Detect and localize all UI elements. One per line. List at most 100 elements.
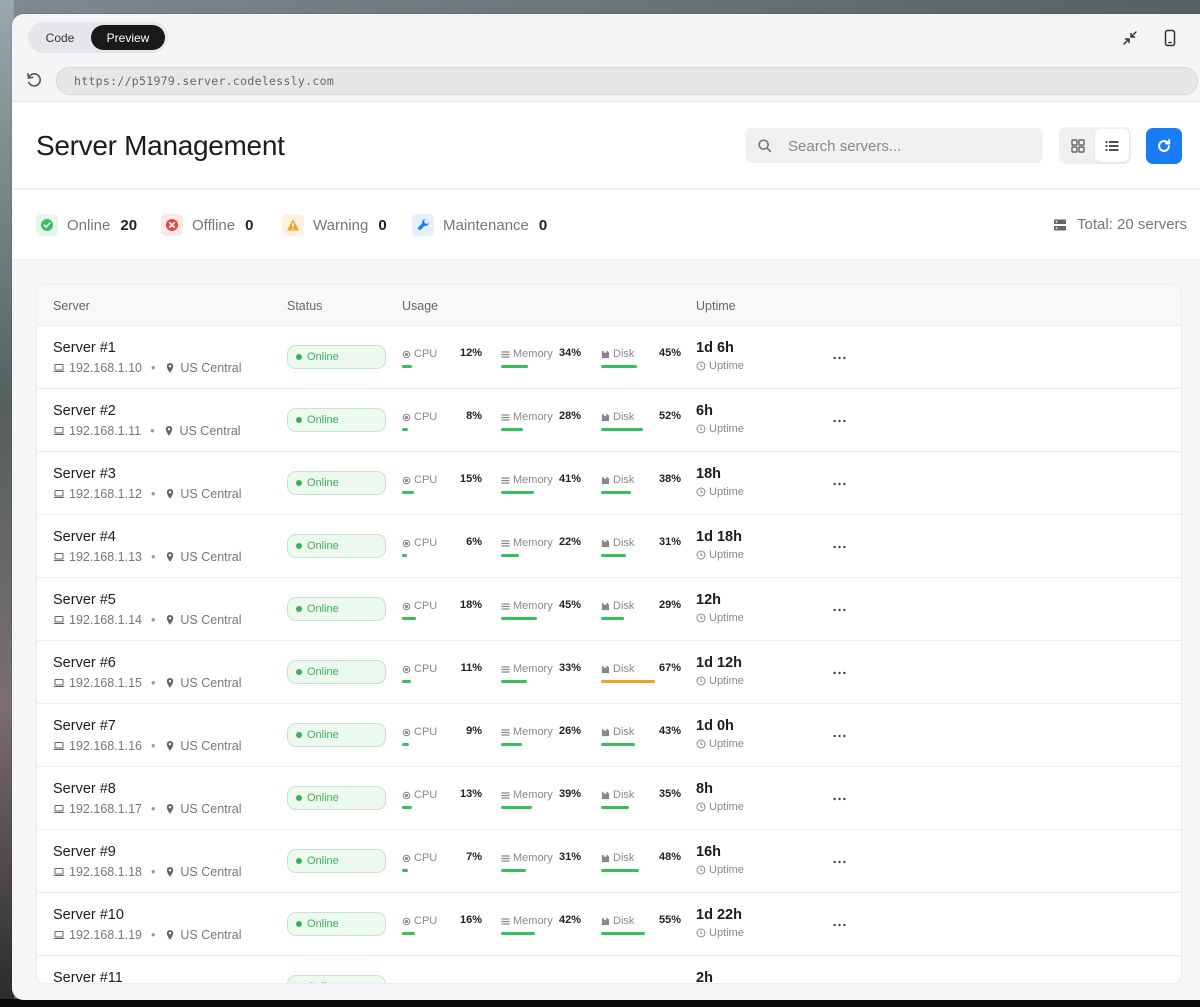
clock-icon [696, 424, 709, 434]
table-row[interactable]: Server #4 192.168.1.13 • US Central Online CP… [37, 515, 1181, 578]
table-row[interactable]: Server #9 192.168.1.18 • US Central Online CP… [37, 830, 1181, 893]
code-preview-toggle: Code Preview [28, 22, 168, 53]
memory-icon [501, 413, 510, 422]
location-pin-icon [164, 614, 176, 626]
disk-bar [601, 806, 629, 809]
table-row[interactable]: Server #5 192.168.1.14 • US Central Online CP… [37, 578, 1181, 641]
server-ip: 192.168.1.10 [69, 361, 142, 375]
server-region: US Central [180, 613, 242, 627]
disk-usage: Disk 48% [601, 851, 681, 877]
uptime-label: Uptime [709, 486, 744, 498]
more-options-icon[interactable] [829, 665, 849, 681]
cpu-usage: CPU 18% [402, 599, 482, 625]
server-meta: 192.168.1.18 • US Central [53, 865, 242, 879]
uptime-cell: 1d 22h Uptime [696, 907, 744, 939]
url-bar[interactable]: https://p51979.server.codelessly.com [56, 67, 1198, 95]
column-header-status[interactable]: Status [287, 299, 322, 313]
more-options-icon[interactable] [829, 413, 849, 429]
list-view-button[interactable] [1095, 129, 1129, 162]
reload-icon[interactable] [24, 70, 44, 90]
disk-bar [601, 680, 655, 683]
memory-value: 28% [558, 410, 581, 422]
laptop-icon [53, 362, 65, 374]
disk-label: Disk [613, 537, 635, 549]
more-options-icon[interactable] [829, 602, 849, 618]
laptop-icon [53, 551, 65, 563]
disk-value: 45% [658, 347, 681, 359]
cpu-icon [402, 728, 411, 737]
cpu-value: 18% [459, 599, 482, 611]
server-meta: 192.168.1.19 • US Central [53, 928, 242, 942]
code-tab-button[interactable]: Code [31, 25, 89, 50]
table-row[interactable]: Server #10 192.168.1.19 • US Central Online C… [37, 893, 1181, 956]
grid-view-button[interactable] [1061, 129, 1095, 162]
refresh-button[interactable] [1146, 128, 1182, 164]
column-header-server[interactable]: Server [53, 299, 90, 313]
uptime-label: Uptime [709, 801, 744, 813]
table-row[interactable]: Server #7 192.168.1.16 • US Central Online CP… [37, 704, 1181, 767]
column-header-usage[interactable]: Usage [402, 299, 438, 313]
server-name: Server #1 [53, 340, 116, 356]
status-text: Online [307, 351, 339, 363]
clock-icon [696, 487, 709, 497]
status-text: Online [307, 666, 339, 678]
laptop-icon [53, 425, 65, 437]
mobile-device-icon[interactable] [1160, 28, 1180, 48]
cpu-value: 8% [466, 410, 482, 422]
server-meta: 192.168.1.14 • US Central [53, 613, 242, 627]
cpu-value: 15% [459, 473, 482, 485]
location-pin-icon [164, 866, 176, 878]
memory-label: Memory [513, 348, 553, 360]
more-options-icon[interactable] [829, 728, 849, 744]
uptime-cell: 8h Uptime [696, 781, 744, 813]
memory-value: 42% [558, 914, 581, 926]
more-options-icon[interactable] [829, 350, 849, 366]
maintenance-stat[interactable]: Maintenance 0 [412, 214, 547, 236]
clock-icon [696, 613, 709, 623]
more-options-icon[interactable] [829, 791, 849, 807]
cpu-usage: CPU 12% [402, 347, 482, 373]
more-options-icon[interactable] [829, 476, 849, 492]
table-row[interactable]: Server #11 Online 2h [37, 956, 1181, 983]
table-row[interactable]: Server #8 192.168.1.17 • US Central Online CP… [37, 767, 1181, 830]
cpu-value: 12% [459, 347, 482, 359]
clock-icon [696, 676, 709, 686]
cpu-label: CPU [414, 852, 438, 864]
memory-usage: Memory 39% [501, 788, 581, 814]
server-meta: 192.168.1.15 • US Central [53, 676, 242, 690]
server-ip: 192.168.1.13 [69, 550, 142, 564]
more-options-icon[interactable] [829, 854, 849, 870]
disk-label: Disk [613, 411, 635, 423]
collapse-icon[interactable] [1120, 28, 1140, 48]
table-row[interactable]: Server #3 192.168.1.12 • US Central Online CP… [37, 452, 1181, 515]
cpu-bar [402, 617, 417, 620]
column-header-uptime[interactable]: Uptime [696, 299, 736, 313]
uptime-value: 1d 6h [696, 340, 734, 356]
disk-value: 38% [658, 473, 681, 485]
cpu-label: CPU [414, 915, 438, 927]
table-row[interactable]: Server #6 192.168.1.15 • US Central Online CP… [37, 641, 1181, 704]
more-options-icon[interactable] [829, 539, 849, 555]
disk-bar [601, 932, 645, 935]
memory-usage: Memory 45% [501, 599, 581, 625]
cpu-label: CPU [414, 474, 438, 486]
online-stat[interactable]: Online 20 [36, 214, 137, 236]
offline-stat[interactable]: Offline 0 [161, 214, 253, 236]
disk-usage: Disk 38% [601, 473, 681, 499]
location-pin-icon [164, 677, 176, 689]
preview-tab-button[interactable]: Preview [91, 25, 165, 50]
memory-value: 26% [558, 725, 581, 737]
more-options-icon[interactable] [829, 917, 849, 933]
cpu-usage: CPU 11% [402, 662, 482, 688]
uptime-value: 12h [696, 592, 721, 608]
disk-label: Disk [613, 915, 635, 927]
disk-value: 43% [658, 725, 681, 737]
table-row[interactable]: Server #1 192.168.1.10 • US Central Online CP… [37, 326, 1181, 389]
search-input[interactable] [788, 138, 1038, 155]
status-text: Online [307, 918, 339, 930]
warning-stat[interactable]: Warning 0 [282, 214, 387, 236]
disk-label: Disk [613, 348, 635, 360]
table-row[interactable]: Server #2 192.168.1.11 • US Central Online CP… [37, 389, 1181, 452]
memory-label: Memory [513, 600, 553, 612]
memory-label: Memory [513, 789, 553, 801]
